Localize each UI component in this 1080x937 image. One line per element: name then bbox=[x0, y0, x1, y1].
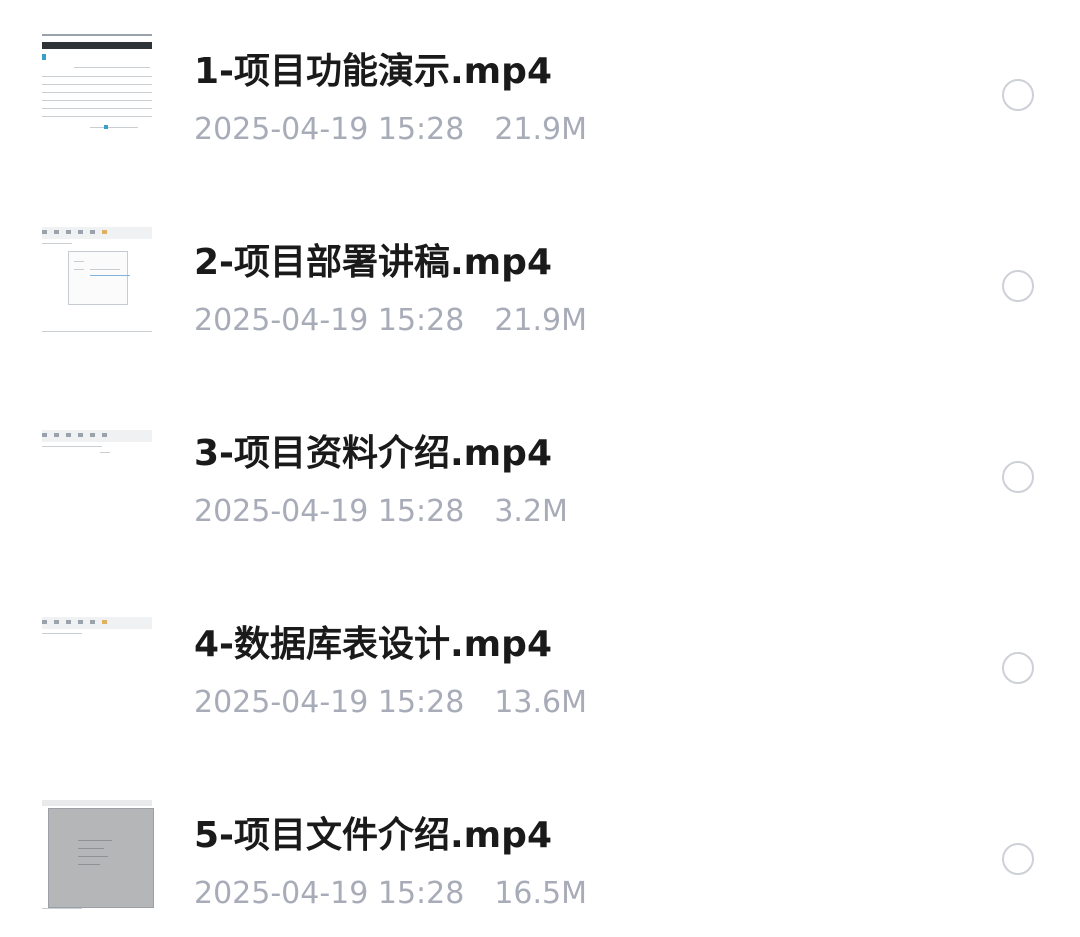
file-size: 21.9M bbox=[494, 112, 588, 147]
video-thumbnail-table-icon bbox=[40, 34, 154, 148]
file-row[interactable]: 3-项目资料介绍.mp4 2025-04-19 15:28 3.2M bbox=[0, 404, 1080, 554]
file-size: 16.5M bbox=[494, 876, 588, 911]
file-row[interactable]: 4-数据库表设计.mp4 2025-04-19 15:28 13.6M bbox=[0, 595, 1080, 745]
video-thumbnail-window-icon bbox=[40, 798, 154, 912]
select-radio[interactable] bbox=[1002, 270, 1034, 302]
video-thumbnail-toolbar-icon bbox=[40, 607, 154, 721]
file-name[interactable]: 1-项目功能演示.mp4 bbox=[194, 50, 552, 94]
file-meta: 2025-04-19 15:28 16.5M bbox=[194, 876, 587, 912]
file-name[interactable]: 5-项目文件介绍.mp4 bbox=[194, 814, 552, 858]
file-list: 1-项目功能演示.mp4 2025-04-19 15:28 21.9M 2-项目部… bbox=[0, 0, 1080, 937]
file-date: 2025-04-19 15:28 bbox=[194, 876, 465, 911]
select-radio[interactable] bbox=[1002, 843, 1034, 875]
file-date: 2025-04-19 15:28 bbox=[194, 685, 465, 720]
file-row[interactable]: 1-项目功能演示.mp4 2025-04-19 15:28 21.9M bbox=[0, 22, 1080, 172]
file-size: 21.9M bbox=[494, 303, 588, 338]
video-thumbnail-dialog-icon bbox=[40, 225, 154, 339]
select-radio[interactable] bbox=[1002, 652, 1034, 684]
select-radio[interactable] bbox=[1002, 461, 1034, 493]
file-name[interactable]: 2-项目部署讲稿.mp4 bbox=[194, 241, 552, 285]
file-size: 3.2M bbox=[494, 494, 568, 529]
file-meta: 2025-04-19 15:28 21.9M bbox=[194, 303, 587, 339]
file-date: 2025-04-19 15:28 bbox=[194, 303, 465, 338]
file-row[interactable]: 5-项目文件介绍.mp4 2025-04-19 15:28 16.5M bbox=[0, 786, 1080, 936]
file-size: 13.6M bbox=[494, 685, 588, 720]
file-meta: 2025-04-19 15:28 13.6M bbox=[194, 685, 587, 721]
file-date: 2025-04-19 15:28 bbox=[194, 494, 465, 529]
file-meta: 2025-04-19 15:28 3.2M bbox=[194, 494, 568, 530]
file-date: 2025-04-19 15:28 bbox=[194, 112, 465, 147]
file-meta: 2025-04-19 15:28 21.9M bbox=[194, 112, 587, 148]
file-name[interactable]: 4-数据库表设计.mp4 bbox=[194, 623, 552, 667]
file-name[interactable]: 3-项目资料介绍.mp4 bbox=[194, 432, 552, 476]
select-radio[interactable] bbox=[1002, 79, 1034, 111]
video-thumbnail-toolbar-icon bbox=[40, 416, 154, 530]
file-row[interactable]: 2-项目部署讲稿.mp4 2025-04-19 15:28 21.9M bbox=[0, 213, 1080, 363]
